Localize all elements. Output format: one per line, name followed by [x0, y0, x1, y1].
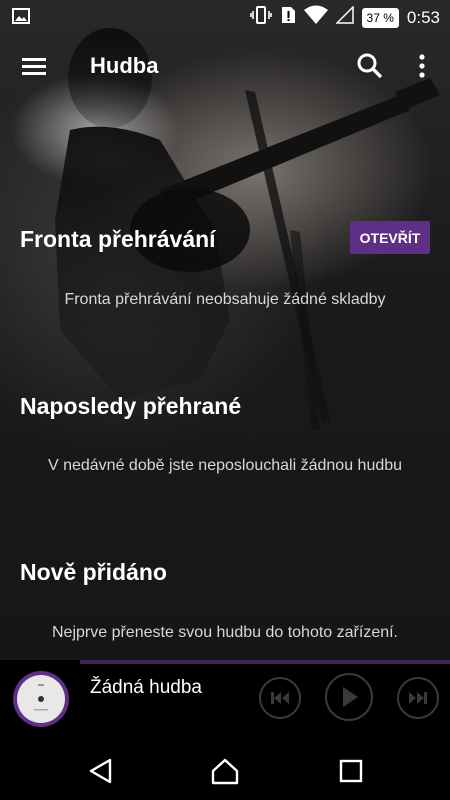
- signal-icon: [334, 5, 354, 29]
- disc-icon[interactable]: [12, 670, 70, 728]
- new-empty-message: Nejprve přeneste svou hudbu do tohoto za…: [52, 624, 398, 641]
- queue-section-title: Fronta přehrávání: [20, 226, 216, 252]
- sim-alert-icon: [280, 5, 296, 30]
- nav-home-icon[interactable]: [210, 756, 240, 786]
- now-playing-title: Žádná hudba: [90, 677, 202, 698]
- nav-back-icon[interactable]: [86, 756, 116, 786]
- progress-track: [80, 660, 450, 664]
- status-bar: 37 % 0:53: [0, 0, 450, 34]
- clock: 0:53: [406, 7, 440, 27]
- nav-recents-icon[interactable]: [336, 756, 366, 786]
- app-bar: Hudba: [0, 34, 450, 98]
- battery-icon: 37 %: [361, 7, 399, 28]
- open-queue-button[interactable]: OTEVŘÍT: [350, 221, 430, 254]
- system-navigation-bar: [0, 740, 450, 800]
- music-app-screen: 37 % 0:53 Hudba Fronta přehrávání OTEVŘÍ…: [0, 0, 450, 800]
- image-icon: [12, 8, 30, 29]
- now-playing-bar[interactable]: Žádná hudba: [0, 660, 450, 740]
- vibrate-icon: [249, 5, 272, 30]
- new-section-title: Nově přidáno: [20, 559, 167, 585]
- play-icon[interactable]: [324, 672, 374, 722]
- more-vert-icon[interactable]: [412, 52, 432, 80]
- page-title: Hudba: [90, 53, 159, 78]
- search-icon[interactable]: [356, 52, 384, 80]
- recent-empty-message: V nedávné době jste neposlouchali žádnou…: [47, 457, 403, 474]
- queue-empty-message: Fronta přehrávání neobsahuje žádné sklad…: [64, 291, 386, 308]
- skip-previous-icon[interactable]: [258, 676, 302, 720]
- recent-section-title: Naposledy přehrané: [20, 393, 242, 419]
- skip-next-icon[interactable]: [396, 676, 440, 720]
- menu-icon[interactable]: [18, 51, 50, 81]
- wifi-icon: [303, 5, 328, 30]
